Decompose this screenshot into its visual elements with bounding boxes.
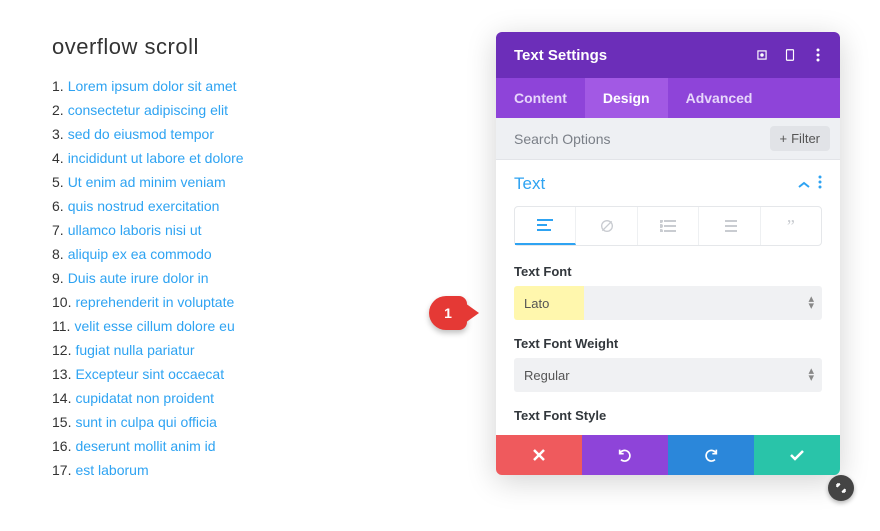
list-item: 5.Ut enim ad minim veniam — [52, 170, 440, 194]
sub-tabs: ” — [514, 206, 822, 246]
tab-content[interactable]: Content — [496, 78, 585, 118]
panel-title: Text Settings — [514, 47, 748, 64]
panel-body: Text ” Text Font Lato — [496, 160, 840, 435]
list-link[interactable]: Excepteur sint occaecat — [75, 362, 224, 386]
subtab-quote-icon[interactable]: ” — [761, 207, 821, 245]
subtab-text-icon[interactable] — [515, 207, 576, 245]
resize-handle-icon[interactable] — [828, 475, 854, 501]
list-link[interactable]: deserunt mollit anim id — [75, 434, 215, 458]
filter-button[interactable]: + Filter — [770, 126, 830, 151]
select-caret-icon: ▴▾ — [808, 296, 814, 310]
subtab-ul-icon[interactable] — [638, 207, 699, 245]
panel-header: Text Settings — [496, 32, 840, 78]
list-number: 12. — [52, 338, 71, 362]
tab-design[interactable]: Design — [585, 78, 668, 118]
undo-button[interactable] — [582, 435, 668, 475]
section-more-icon[interactable] — [818, 175, 822, 194]
list-number: 7. — [52, 218, 64, 242]
list-item: 4.incididunt ut labore et dolore — [52, 146, 440, 170]
tablet-icon[interactable] — [776, 41, 804, 69]
panel-footer — [496, 435, 840, 475]
save-button[interactable] — [754, 435, 840, 475]
list-number: 16. — [52, 434, 71, 458]
font-value: Lato — [524, 296, 549, 311]
list-link[interactable]: fugiat nulla pariatur — [75, 338, 194, 362]
list-number: 8. — [52, 242, 64, 266]
list-item: 10.reprehenderit in voluptate — [52, 290, 440, 314]
list-number: 14. — [52, 386, 71, 410]
list-item: 12.fugiat nulla pariatur — [52, 338, 440, 362]
tabs: Content Design Advanced — [496, 78, 840, 118]
list-item: 8.aliquip ex ea commodo — [52, 242, 440, 266]
list-link[interactable]: cupidatat non proident — [75, 386, 214, 410]
list-number: 6. — [52, 194, 64, 218]
section-head[interactable]: Text — [514, 174, 822, 194]
list-link[interactable]: Ut enim ad minim veniam — [68, 170, 226, 194]
subtab-link-icon[interactable] — [576, 207, 637, 245]
tab-advanced[interactable]: Advanced — [668, 78, 771, 118]
close-button[interactable] — [496, 435, 582, 475]
list-item: 1.Lorem ipsum dolor sit amet — [52, 74, 440, 98]
list-number: 17. — [52, 458, 71, 482]
list-link[interactable]: Duis aute irure dolor in — [68, 266, 209, 290]
list-item: 11.velit esse cillum dolore eu — [52, 314, 440, 338]
font-label: Text Font — [514, 264, 822, 279]
chevron-up-icon[interactable] — [798, 176, 810, 192]
redo-button[interactable] — [668, 435, 754, 475]
font-select[interactable]: Lato ▴▾ — [514, 286, 822, 320]
list-number: 13. — [52, 362, 71, 386]
section-title: Text — [514, 174, 798, 194]
list-item: 14.cupidatat non proident — [52, 386, 440, 410]
list-number: 5. — [52, 170, 64, 194]
search-row: Search Options + Filter — [496, 118, 840, 160]
list-link[interactable]: incididunt ut labore et dolore — [68, 146, 244, 170]
list-number: 1. — [52, 74, 64, 98]
expand-icon[interactable] — [748, 41, 776, 69]
list: 1.Lorem ipsum dolor sit amet2.consectetu… — [52, 74, 440, 482]
list-number: 3. — [52, 122, 64, 146]
list-link[interactable]: reprehenderit in voluptate — [75, 290, 234, 314]
list-link[interactable]: velit esse cillum dolore eu — [74, 314, 234, 338]
filter-label: Filter — [791, 131, 820, 146]
list-link[interactable]: est laborum — [75, 458, 148, 482]
list-link[interactable]: quis nostrud exercitation — [68, 194, 220, 218]
list-link[interactable]: ullamco laboris nisi ut — [68, 218, 202, 242]
list-item: 2.consectetur adipiscing elit — [52, 98, 440, 122]
list-link[interactable]: Lorem ipsum dolor sit amet — [68, 74, 237, 98]
list-link[interactable]: sed do eiusmod tempor — [68, 122, 214, 146]
settings-panel: Text Settings Content Design Advanced Se… — [496, 32, 840, 475]
list-number: 15. — [52, 410, 71, 434]
list-item: 16.deserunt mollit anim id — [52, 434, 440, 458]
weight-select[interactable]: Regular ▴▾ — [514, 358, 822, 392]
list-number: 2. — [52, 98, 64, 122]
weight-value: Regular — [524, 368, 570, 383]
subtab-ol-icon[interactable] — [699, 207, 760, 245]
list-item: 7.ullamco laboris nisi ut — [52, 218, 440, 242]
list-number: 9. — [52, 266, 64, 290]
list-number: 11. — [52, 314, 70, 338]
weight-label: Text Font Weight — [514, 336, 822, 351]
list-link[interactable]: aliquip ex ea commodo — [68, 242, 212, 266]
list-item: 15.sunt in culpa qui officia — [52, 410, 440, 434]
page-title: overflow scroll — [52, 34, 440, 60]
list-item: 3.sed do eiusmod tempor — [52, 122, 440, 146]
list-item: 9.Duis aute irure dolor in — [52, 266, 440, 290]
list-item: 13.Excepteur sint occaecat — [52, 362, 440, 386]
select-caret-icon: ▴▾ — [808, 368, 814, 382]
list-number: 10. — [52, 290, 71, 314]
plus-icon: + — [780, 131, 788, 146]
list-item: 6.quis nostrud exercitation — [52, 194, 440, 218]
list-item: 17.est laborum — [52, 458, 440, 482]
more-icon[interactable] — [804, 41, 832, 69]
list-number: 4. — [52, 146, 64, 170]
search-input[interactable]: Search Options — [514, 131, 770, 147]
list-link[interactable]: consectetur adipiscing elit — [68, 98, 228, 122]
style-label: Text Font Style — [514, 408, 822, 423]
list-link[interactable]: sunt in culpa qui officia — [75, 410, 216, 434]
